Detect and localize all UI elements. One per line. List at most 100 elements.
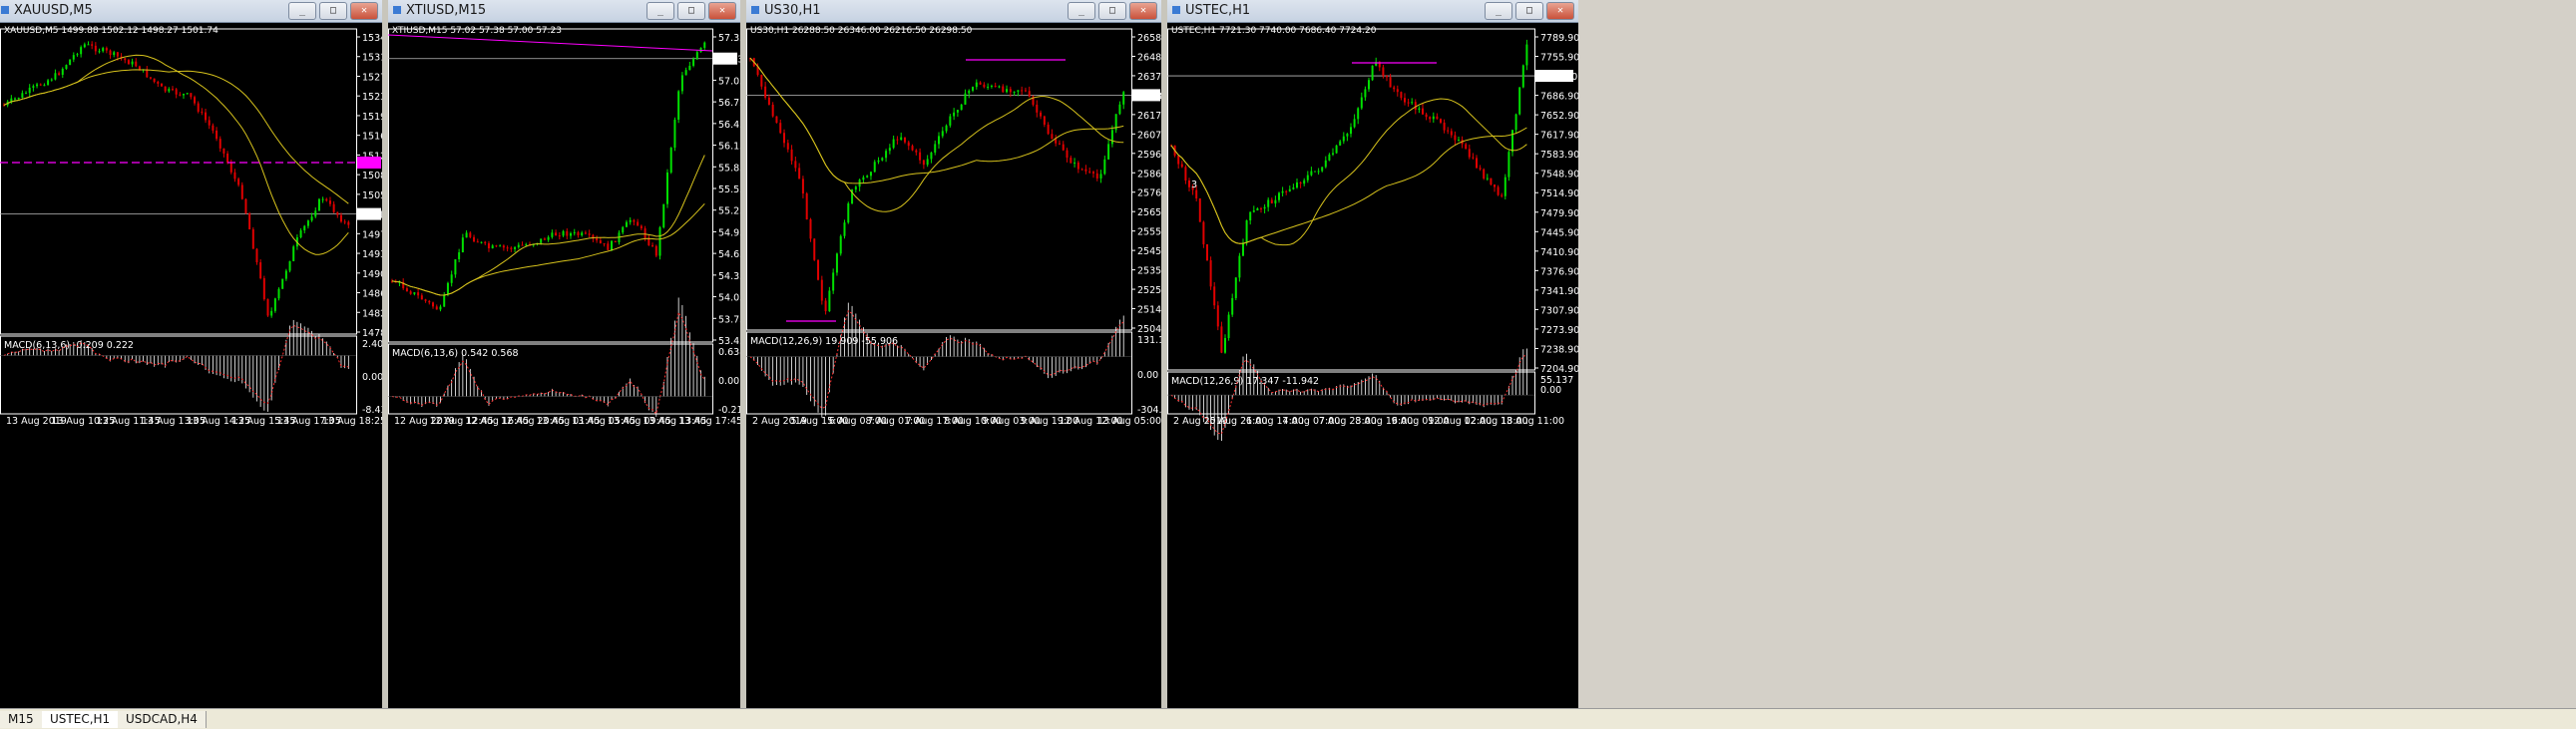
candle-body — [1450, 131, 1453, 136]
chart-area[interactable]: XAUUSD,M5 1499.88 1502.12 1498.27 1501.7… — [0, 23, 401, 708]
candle-body — [1110, 130, 1113, 145]
moving-average-line — [391, 155, 705, 296]
candle-body — [703, 42, 706, 48]
candle-body — [1525, 44, 1528, 66]
candle-body — [237, 179, 240, 185]
price-chart[interactable]: 26586.1026480.7026378.4026298.5026173.80… — [746, 23, 1182, 708]
candle-body — [1184, 167, 1187, 181]
candle-body — [983, 84, 986, 88]
window-titlebar[interactable]: US30,H1 _ □ ✕ — [746, 0, 1161, 23]
candle-body — [109, 50, 112, 56]
candle-body — [270, 310, 273, 316]
candle-body — [332, 203, 335, 212]
candle-body — [299, 230, 302, 237]
current-price-label: 7724.20 — [1538, 72, 1577, 83]
chart-area[interactable]: US30,H1 26288.50 26346.00 26216.50 26298… — [746, 23, 1182, 708]
candle-body — [80, 47, 83, 55]
candle-body — [1263, 206, 1266, 209]
close-button[interactable]: ✕ — [708, 2, 736, 20]
candle-body — [420, 295, 423, 300]
candle-body — [39, 84, 42, 86]
candle-body — [1013, 91, 1016, 93]
window-titlebar[interactable]: XTIUSD,M15 _ □ ✕ — [388, 0, 740, 23]
candle-body — [832, 272, 835, 291]
price-chart[interactable]: 7789.90 7755.90 7724.20 7686.90 7652.90 7617.… — [1167, 23, 1579, 708]
candle-body — [1256, 207, 1259, 211]
window-titlebar[interactable]: USTEC,H1 _ □ ✕ — [1167, 0, 1578, 23]
candle-body — [266, 299, 269, 316]
candle-body — [637, 221, 640, 226]
maximize-button[interactable]: □ — [319, 2, 347, 20]
candle-body — [194, 97, 197, 104]
close-button[interactable]: ✕ — [350, 2, 378, 20]
candle-body — [153, 78, 156, 83]
window-title: US30,H1 — [764, 3, 821, 18]
price-tick-label: 7652.90 — [1540, 111, 1579, 122]
candle-body — [805, 193, 808, 219]
moving-average-line — [749, 57, 1124, 212]
candle-body — [640, 225, 643, 228]
candle-body — [1055, 139, 1058, 144]
candle-body — [692, 59, 695, 66]
candle-body — [17, 97, 20, 99]
candle-body — [473, 236, 476, 242]
candle-body — [47, 80, 50, 86]
candle-body — [1465, 144, 1468, 150]
close-button[interactable]: ✕ — [1546, 2, 1574, 20]
window-titlebar[interactable]: XAUUSD,M5 _ □ ✕ — [0, 0, 382, 23]
chart-area[interactable]: XTIUSD,M15 57.02 57.38 57.00 57.23 57.35… — [387, 23, 749, 708]
moving-average-line — [3, 54, 349, 255]
close-button[interactable]: ✕ — [1129, 2, 1157, 20]
candle-body — [65, 65, 68, 70]
minimize-button[interactable]: _ — [646, 2, 674, 20]
minimize-button[interactable]: _ — [1485, 2, 1512, 20]
candle-body — [662, 203, 665, 227]
candle-body — [1220, 326, 1223, 353]
tab-usdcad-h4[interactable]: USDCAD,H4 — [118, 711, 207, 728]
candle-body — [1454, 135, 1457, 141]
candle-body — [581, 232, 584, 235]
candle-body — [98, 51, 101, 53]
candle-body — [102, 48, 105, 52]
macd-signal-line — [391, 310, 705, 415]
price-chart[interactable]: 1534.801531.101527.301523.601519.901516.… — [0, 23, 401, 708]
tab-ustec-h1[interactable]: USTEC,H1 — [42, 711, 120, 728]
minimize-button[interactable]: _ — [1068, 2, 1095, 20]
macd-tick-label: 0.00 — [718, 376, 739, 387]
chart-window-ustec[interactable]: USTEC,H1 _ □ ✕ USTEC,H1 7721.30 7740.00 … — [1167, 0, 1579, 708]
maximize-button[interactable]: □ — [677, 2, 705, 20]
candle-body — [1422, 108, 1424, 115]
candle-body — [1332, 153, 1334, 155]
candle-body — [321, 198, 324, 200]
candle-body — [1242, 242, 1244, 256]
candle-body — [1486, 178, 1489, 180]
candle-body — [828, 290, 831, 312]
candle-body — [435, 306, 438, 310]
candle-body — [900, 137, 903, 141]
chart-window-xauusd[interactable]: XAUUSD,M5 _ □ ✕ XAUUSD,M5 1499.88 1502.1… — [0, 0, 401, 708]
chart-window-xtiusd[interactable]: XTIUSD,M15 _ □ ✕ XTIUSD,M15 57.02 57.38 … — [387, 0, 749, 708]
candle-body — [555, 232, 558, 236]
candle-body — [798, 168, 801, 180]
chart-area[interactable]: USTEC,H1 7721.30 7740.00 7686.40 7724.20… — [1167, 23, 1579, 708]
candle-body — [1494, 184, 1496, 187]
candle-body — [1306, 175, 1309, 181]
candle-body — [201, 111, 204, 113]
tab-m15[interactable]: M15 — [0, 711, 43, 728]
candle-body — [1425, 114, 1428, 118]
price-tick-label: 7548.90 — [1540, 170, 1579, 181]
price-tick-label: 7514.90 — [1540, 188, 1579, 199]
maximize-button[interactable]: □ — [1098, 2, 1126, 20]
candle-body — [131, 61, 134, 65]
candle-body — [1245, 220, 1248, 243]
chart-window-us30[interactable]: US30,H1 _ □ ✕ US30,H1 26288.50 26346.00 … — [746, 0, 1182, 708]
maximize-button[interactable]: □ — [1515, 2, 1543, 20]
price-chart[interactable]: 57.3557.2357.0556.7556.4556.1555.8555.55… — [387, 23, 749, 708]
candle-body — [783, 133, 786, 144]
minimize-button[interactable]: _ — [288, 2, 316, 20]
candle-body — [972, 87, 975, 91]
candle-body — [677, 91, 680, 120]
candle-body — [847, 203, 850, 223]
candle-body — [1099, 174, 1102, 179]
candle-body — [1443, 122, 1446, 131]
